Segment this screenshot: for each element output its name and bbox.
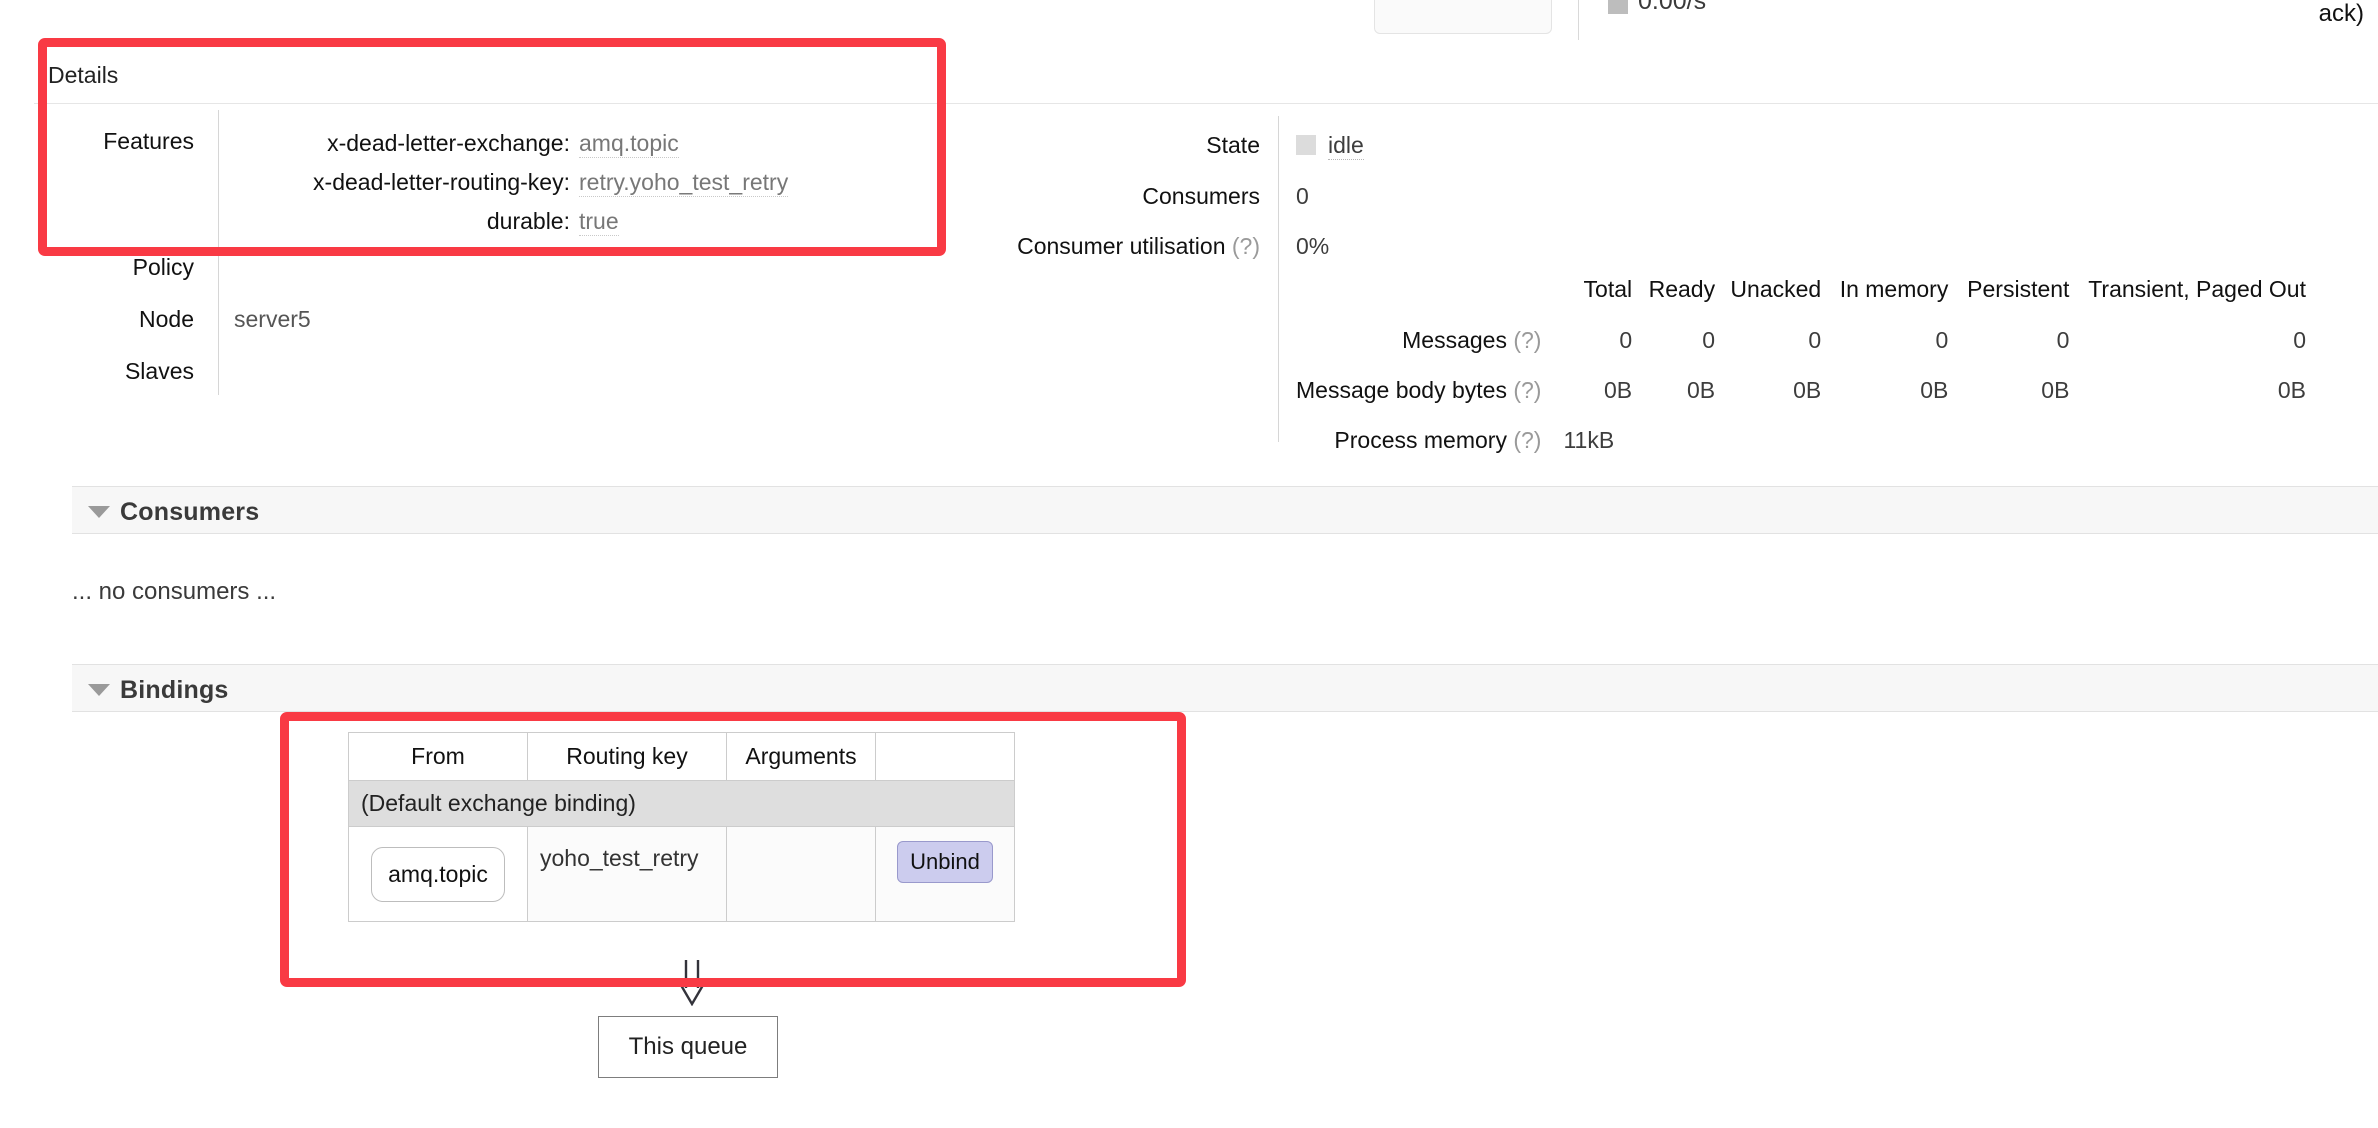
binding-routing-key-cell: yoho_test_retry — [528, 827, 727, 922]
table-row: amq.topic yoho_test_retry Unbind — [349, 827, 1015, 922]
bindings-default-row: (Default exchange binding) — [349, 781, 1015, 827]
details-column-divider — [218, 110, 219, 395]
process-memory-value: 11kB — [1563, 415, 1632, 465]
binding-from-cell: amq.topic — [349, 827, 528, 922]
state-value: idle — [1328, 132, 1364, 160]
bindings-column-from: From — [349, 733, 528, 781]
messages-persistent: 0 — [1948, 315, 2069, 365]
node-value: server5 — [234, 306, 311, 333]
feature-row: x-dead-letter-exchange: amq.topic — [234, 130, 834, 158]
node-label: Node — [14, 306, 194, 333]
process-memory-row-label: Process memory (?) — [1296, 415, 1563, 465]
exchange-link-amq-topic[interactable]: amq.topic — [371, 847, 505, 902]
unbind-button[interactable]: Unbind — [897, 841, 993, 883]
table-row: Message body bytes (?) 0B 0B 0B 0B 0B 0B — [1296, 365, 2306, 415]
chevron-down-icon[interactable] — [88, 506, 110, 518]
column-header-ready: Ready — [1632, 276, 1715, 315]
empty-cell — [2069, 415, 2306, 465]
feature-key: durable: — [234, 208, 570, 235]
section-header-bindings[interactable]: Bindings — [72, 664, 2378, 712]
bindings-column-actions — [876, 733, 1015, 781]
process-memory-label-text: Process memory — [1334, 427, 1507, 453]
details-heading: Details — [48, 62, 118, 89]
binding-action-cell: Unbind — [876, 827, 1015, 922]
feature-row: x-dead-letter-routing-key: retry.yoho_te… — [234, 169, 834, 197]
ack-fragment-label: ack) — [2319, 0, 2364, 28]
ack-stat-box — [1374, 0, 1552, 34]
slaves-label: Slaves — [14, 358, 194, 385]
messages-row-label: Messages (?) — [1296, 315, 1563, 365]
body-bytes-transient-paged-out: 0B — [2069, 365, 2306, 415]
body-bytes-persistent: 0B — [1948, 365, 2069, 415]
column-header-in-memory: In memory — [1821, 276, 1948, 315]
empty-cell — [1715, 415, 1821, 465]
consumer-utilisation-label: Consumer utilisation (?) — [880, 233, 1260, 260]
table-row: Messages (?) 0 0 0 0 0 0 — [1296, 315, 2306, 365]
details-divider — [34, 103, 2378, 104]
chevron-down-icon[interactable] — [88, 684, 110, 696]
column-header-total: Total — [1563, 276, 1632, 315]
help-icon[interactable]: (?) — [1513, 327, 1541, 353]
body-bytes-total: 0B — [1563, 365, 1632, 415]
empty-cell — [1821, 415, 1948, 465]
state-label: State — [880, 132, 1260, 159]
consumers-count-label: Consumers — [880, 183, 1260, 210]
no-consumers-text: ... no consumers ... — [72, 578, 276, 606]
column-header-transient-paged-out: Transient, Paged Out — [2069, 276, 2306, 315]
empty-cell — [1948, 415, 2069, 465]
bindings-table: From Routing key Arguments (Default exch… — [348, 732, 1015, 922]
section-title-consumers: Consumers — [120, 498, 259, 527]
feature-key: x-dead-letter-exchange: — [234, 130, 570, 157]
messages-transient-paged-out: 0 — [2069, 315, 2306, 365]
features-label: Features — [14, 128, 194, 155]
messages-unacked: 0 — [1715, 315, 1821, 365]
feature-row: durable: true — [234, 208, 834, 236]
message-stats-header-row: Total Ready Unacked In memory Persistent… — [1296, 276, 2306, 315]
binding-arguments-cell — [727, 827, 876, 922]
this-queue-box: This queue — [598, 1016, 778, 1078]
this-queue-label: This queue — [629, 1033, 748, 1061]
state-color-swatch-icon — [1296, 135, 1316, 155]
features-list: x-dead-letter-exchange: amq.topic x-dead… — [234, 130, 834, 247]
feature-value: retry.yoho_test_retry — [579, 169, 788, 197]
body-bytes-unacked: 0B — [1715, 365, 1821, 415]
column-header-persistent: Persistent — [1948, 276, 2069, 315]
feature-value: amq.topic — [579, 130, 679, 158]
body-bytes-in-memory: 0B — [1821, 365, 1948, 415]
help-icon[interactable]: (?) — [1232, 233, 1260, 259]
bindings-column-routing-key: Routing key — [528, 733, 727, 781]
help-icon[interactable]: (?) — [1513, 427, 1541, 453]
queue-detail-page: ack) 0.00/s Details Features x-dead-lett… — [0, 0, 2378, 1128]
stats-column-divider — [1278, 116, 1279, 442]
empty-cell — [1632, 415, 1715, 465]
consumer-utilisation-value: 0% — [1296, 233, 1329, 260]
section-title-bindings: Bindings — [120, 676, 229, 705]
rate-color-swatch-icon — [1608, 0, 1628, 14]
top-partial-strip: ack) 0.00/s — [0, 0, 2378, 34]
binding-flow-arrow-icon — [672, 960, 712, 1006]
messages-total: 0 — [1563, 315, 1632, 365]
messages-ready: 0 — [1632, 315, 1715, 365]
section-header-consumers[interactable]: Consumers — [72, 486, 2378, 534]
consumer-utilisation-text: Consumer utilisation — [1017, 233, 1225, 259]
feature-key: x-dead-letter-routing-key: — [234, 169, 570, 196]
spacer-header — [1296, 276, 1563, 315]
table-row: Process memory (?) 11kB — [1296, 415, 2306, 465]
rate-value-label: 0.00/s — [1638, 0, 1706, 16]
message-stats-table: Total Ready Unacked In memory Persistent… — [1296, 276, 2306, 465]
messages-label-text: Messages — [1402, 327, 1507, 353]
bindings-header-row: From Routing key Arguments — [349, 733, 1015, 781]
body-bytes-ready: 0B — [1632, 365, 1715, 415]
message-body-bytes-row-label: Message body bytes (?) — [1296, 365, 1563, 415]
message-body-bytes-label-text: Message body bytes — [1296, 377, 1507, 403]
consumers-count-value: 0 — [1296, 183, 1309, 210]
help-icon[interactable]: (?) — [1513, 377, 1541, 403]
messages-in-memory: 0 — [1821, 315, 1948, 365]
default-exchange-binding-label: (Default exchange binding) — [349, 781, 1015, 827]
column-header-unacked: Unacked — [1715, 276, 1821, 315]
bindings-column-arguments: Arguments — [727, 733, 876, 781]
feature-value: true — [579, 208, 619, 236]
policy-label: Policy — [14, 254, 194, 281]
top-vertical-divider — [1578, 0, 1579, 40]
